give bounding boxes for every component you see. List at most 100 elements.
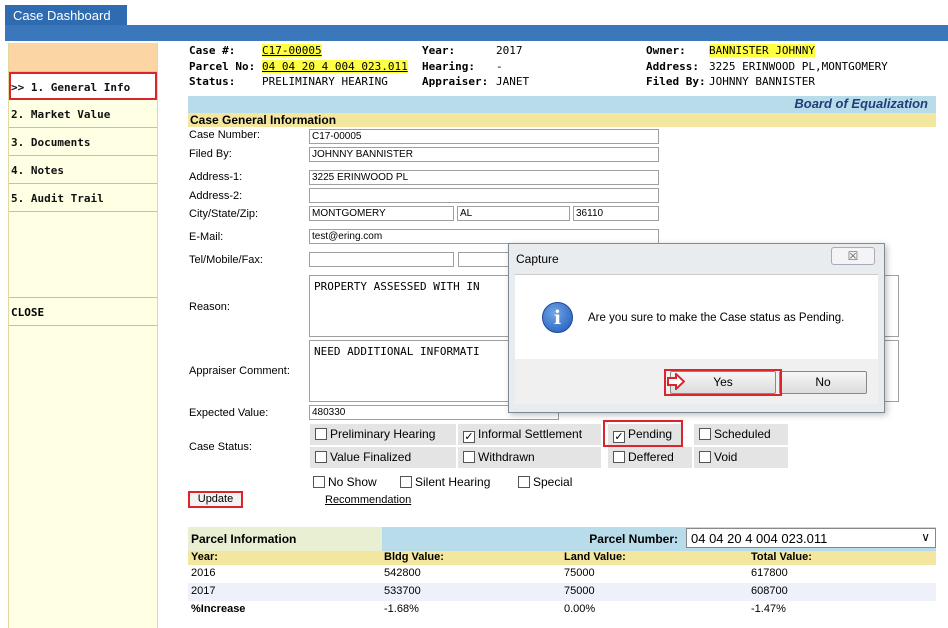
col-year: Year: (191, 551, 218, 563)
sidebar-item-audit-trail[interactable]: 5. Audit Trail (9, 184, 157, 212)
status-withdrawn[interactable]: Withdrawn (458, 447, 601, 468)
board-title: Board of Equalization (188, 96, 936, 113)
cell: 617800 (751, 567, 788, 579)
status-deffered[interactable]: Deffered (608, 447, 692, 468)
filed-by-label: Filed By: (189, 148, 232, 160)
sidebar-spacer (9, 212, 157, 298)
table-row: 2017 533700 75000 608700 (188, 583, 936, 601)
sidebar-item-market-value[interactable]: 2. Market Value (9, 100, 157, 128)
case-number-field[interactable]: C17-00005 (309, 129, 659, 144)
parcel-link[interactable]: 04 04 20 4 004 023.011 (262, 59, 408, 73)
col-land: Land Value: (564, 551, 626, 563)
pending-callout (603, 420, 683, 447)
owner-value: BANNISTER JOHNNY (709, 44, 815, 57)
checkbox-icon (518, 476, 530, 488)
case-link[interactable]: C17-00005 (262, 44, 322, 57)
checkbox-icon (315, 428, 327, 440)
status-value-finalized[interactable]: Value Finalized (310, 447, 456, 468)
sidebar-item-notes[interactable]: 4. Notes (9, 156, 157, 184)
header-middle: Year: 2017 Hearing: - Appraiser: JANET (422, 43, 529, 90)
cell: -1.68% (384, 603, 419, 615)
sidebar: >> 1. General Info 2. Market Value 3. Do… (8, 43, 158, 628)
status-label-text: Deffered (628, 450, 674, 464)
status-scheduled[interactable]: Scheduled (694, 424, 788, 445)
status-value: PRELIMINARY HEARING (262, 75, 388, 88)
year-label: Year: (422, 44, 456, 57)
parcel-info-header: Parcel Information Parcel Number: 04 04 … (188, 527, 936, 551)
cell: 75000 (564, 585, 595, 597)
parcel-number-value: 04 04 20 4 004 023.011 (691, 531, 828, 546)
status-void[interactable]: Void (694, 447, 788, 468)
checkbox-icon (699, 428, 711, 440)
title-bar (5, 25, 948, 41)
zip-field[interactable]: 36110 (573, 206, 659, 221)
option-no-show[interactable]: No Show (313, 475, 377, 489)
cell: 75000 (564, 567, 595, 579)
appraiser-comment-label: Appraiser Comment: (189, 365, 290, 377)
filed-by-field[interactable]: JOHNNY BANNISTER (309, 147, 659, 162)
cell: 542800 (384, 567, 421, 579)
tel-field[interactable] (309, 252, 454, 267)
sidebar-header (9, 43, 157, 72)
cell: -1.47% (751, 603, 786, 615)
recommendation-link[interactable]: Recommendation (325, 494, 411, 506)
address-value: 3225 ERINWOOD PL,MONTGOMERY (709, 59, 888, 73)
table-row: %Increase -1.68% 0.00% -1.47% (188, 601, 936, 619)
option-silent-hearing[interactable]: Silent Hearing (400, 475, 490, 489)
email-label: E-Mail: (189, 231, 224, 243)
status-label-text: Scheduled (714, 427, 771, 441)
case-status-label: Case Status: (189, 441, 252, 453)
city-field[interactable]: MONTGOMERY (309, 206, 454, 221)
email-field[interactable]: test@ering.com (309, 229, 659, 244)
option-label: Silent Hearing (415, 475, 491, 489)
status-label-text: Preliminary Hearing (330, 427, 436, 441)
address1-label: Address-1: (189, 171, 243, 183)
filedby-value: JOHNNY BANNISTER (709, 75, 815, 88)
expected-value-label: Expected Value: (189, 407, 269, 419)
address2-label: Address-2: (189, 190, 243, 202)
checkbox-icon (315, 451, 327, 463)
cell: 2016 (191, 567, 216, 579)
close-icon[interactable]: ☒ (831, 247, 875, 265)
option-special[interactable]: Special (518, 475, 572, 489)
checkbox-icon (400, 476, 412, 488)
option-label: No Show (328, 475, 377, 489)
parcel-number-select[interactable]: 04 04 20 4 004 023.011 ∨ (686, 528, 936, 548)
cell: 533700 (384, 585, 421, 597)
appraiser-value: JANET (496, 75, 530, 88)
update-button[interactable]: Update (188, 491, 243, 508)
parcel-table: Year: Bldg Value: Land Value: Total Valu… (188, 551, 936, 619)
sidebar-item-documents[interactable]: 3. Documents (9, 128, 157, 156)
year-value: 2017 (496, 44, 523, 57)
cell: %Increase (191, 603, 246, 615)
tel-label: Tel/Mobile/Fax: (189, 254, 263, 266)
sidebar-item-general-info[interactable]: >> 1. General Info (9, 72, 157, 100)
table-header: Year: Bldg Value: Land Value: Total Valu… (188, 551, 936, 565)
sidebar-item-close[interactable]: CLOSE (9, 298, 157, 326)
col-bldg: Bldg Value: (384, 551, 444, 563)
col-total: Total Value: (751, 551, 812, 563)
window-title: Case Dashboard (5, 5, 127, 25)
info-icon: i (542, 302, 573, 333)
status-preliminary-hearing[interactable]: Preliminary Hearing (310, 424, 456, 445)
table-row: 2016 542800 75000 617800 (188, 565, 936, 583)
checkbox-icon (699, 451, 711, 463)
app-window: Case Dashboard >> 1. General Info 2. Mar… (0, 0, 948, 628)
cell: 2017 (191, 585, 216, 597)
checkbox-icon (613, 451, 625, 463)
status-informal-settlement[interactable]: ✓ Informal Settlement (458, 424, 601, 445)
checkmark-icon: ✓ (463, 431, 475, 443)
address1-field[interactable]: 3225 ERINWOOD PL (309, 170, 659, 185)
case-number-label: Case Number: (189, 129, 260, 141)
checkbox-icon (463, 451, 475, 463)
cell: 608700 (751, 585, 788, 597)
status-label: Status: (189, 75, 236, 88)
city-state-zip-label: City/State/Zip: (189, 208, 259, 220)
no-button[interactable]: No (779, 371, 867, 394)
reason-label: Reason: (189, 301, 230, 313)
address2-field[interactable] (309, 188, 659, 203)
state-field[interactable]: AL (457, 206, 570, 221)
status-label-text: Withdrawn (478, 450, 535, 464)
header-left: Case #: C17-00005 Parcel No: 04 04 20 4 00… (189, 43, 408, 90)
parcel-number-label: Parcel Number: (589, 532, 678, 546)
